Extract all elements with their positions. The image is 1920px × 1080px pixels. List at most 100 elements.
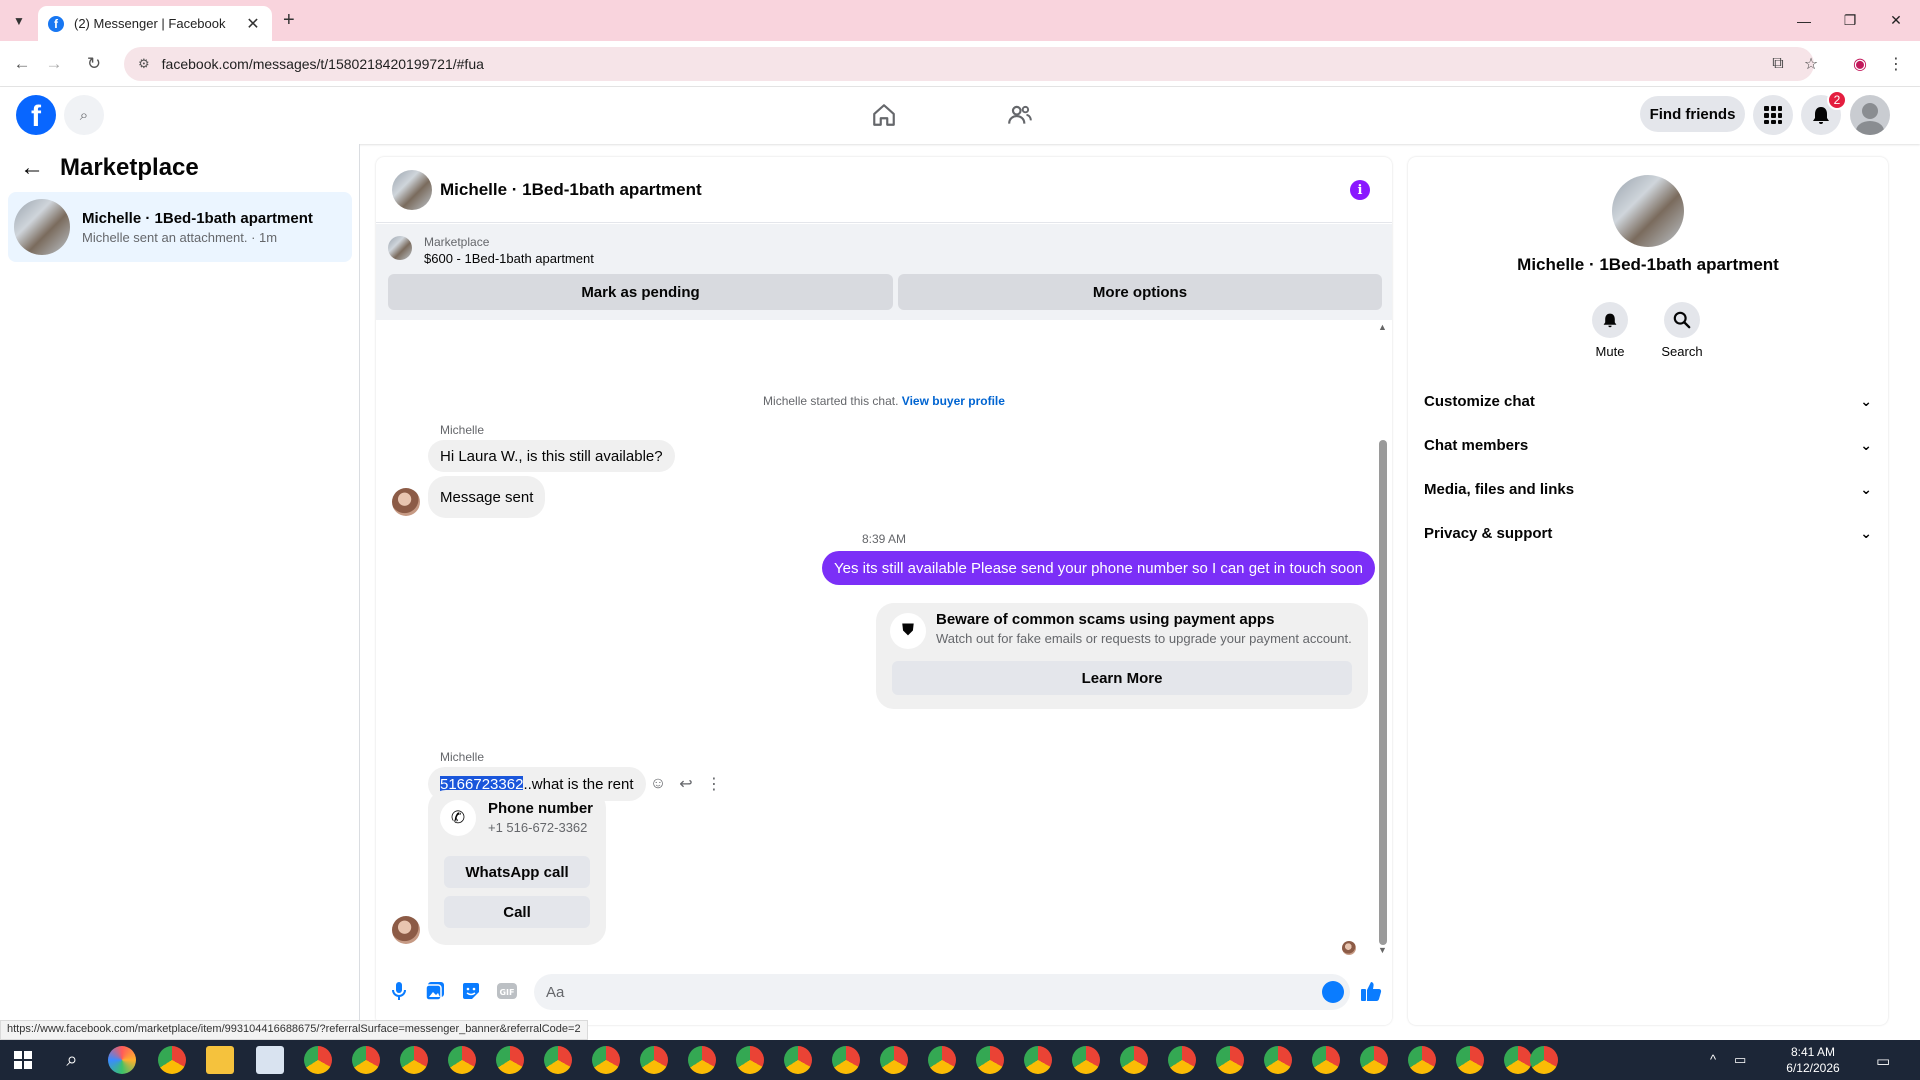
sticker-icon[interactable]	[458, 978, 484, 1004]
chrome-icon[interactable]	[1530, 1046, 1558, 1074]
facebook-logo-icon[interactable]: f	[16, 95, 56, 135]
search-icon[interactable]: ⌕	[64, 95, 104, 135]
my-message-bubble[interactable]: Yes its still available Please send your…	[822, 551, 1375, 585]
more-icon[interactable]: ⋮	[700, 770, 728, 798]
chrome-icon[interactable]	[976, 1046, 1004, 1074]
friends-icon[interactable]	[1002, 97, 1038, 133]
chrome-icon[interactable]	[400, 1046, 428, 1074]
search-icon[interactable]	[1664, 302, 1700, 338]
message-input[interactable]: Aa	[534, 974, 1350, 1010]
learn-more-button[interactable]: Learn More	[892, 661, 1352, 695]
reload-icon[interactable]: ↻	[82, 52, 106, 76]
scroll-down-icon[interactable]: ▼	[1378, 945, 1387, 955]
address-bar[interactable]: ⚙ facebook.com/messages/t/15802184201997…	[124, 47, 1814, 81]
emoji-icon[interactable]	[1322, 981, 1344, 1003]
chrome-icon[interactable]	[1216, 1046, 1244, 1074]
minimize-icon[interactable]: —	[1781, 0, 1827, 41]
message-bubble[interactable]: Message sent	[428, 476, 546, 518]
chrome-icon[interactable]	[1072, 1046, 1100, 1074]
tab-close-icon[interactable]: ✕	[244, 14, 262, 34]
file-explorer-icon[interactable]	[206, 1046, 234, 1074]
message-bubble[interactable]: Hi Laura W., is this still available?	[428, 440, 675, 472]
chrome-icon[interactable]	[880, 1046, 908, 1074]
chrome-icon[interactable]	[592, 1046, 620, 1074]
chrome-icon[interactable]	[688, 1046, 716, 1074]
mute-action[interactable]: Mute	[1580, 302, 1640, 359]
privacy-support-section[interactable]: Privacy & support ⌄	[1424, 511, 1872, 555]
whatsapp-call-button[interactable]: WhatsApp call	[444, 856, 590, 888]
tray-chevron-icon[interactable]: ^	[1710, 1052, 1716, 1067]
microphone-icon[interactable]	[386, 978, 412, 1004]
chrome-icon[interactable]	[158, 1046, 186, 1074]
chrome-icon[interactable]	[736, 1046, 764, 1074]
thumbs-up-icon[interactable]	[1358, 978, 1384, 1004]
chrome-icon[interactable]	[1408, 1046, 1436, 1074]
chrome-icon[interactable]	[1264, 1046, 1292, 1074]
taskbar-clock[interactable]: 8:41 AM 6/12/2026	[1772, 1044, 1854, 1076]
browser-menu-icon[interactable]: ⋮	[1884, 52, 1908, 76]
gif-icon[interactable]: GIF	[494, 978, 520, 1004]
chrome-icon[interactable]	[544, 1046, 572, 1074]
conversation-item[interactable]: Michelle · 1Bed-1bath apartment Michelle…	[8, 192, 352, 262]
react-emoji-icon[interactable]: ☺	[644, 770, 672, 798]
account-avatar[interactable]	[1850, 95, 1890, 135]
chrome-icon[interactable]	[1504, 1046, 1532, 1074]
window-close-icon[interactable]: ✕	[1873, 0, 1919, 41]
chrome-icon[interactable]	[1456, 1046, 1484, 1074]
find-friends-button[interactable]: Find friends	[1640, 96, 1745, 132]
copilot-icon[interactable]	[108, 1046, 136, 1074]
chrome-icon[interactable]	[304, 1046, 332, 1074]
restore-icon[interactable]: ❐	[1827, 0, 1873, 41]
sender-avatar[interactable]	[392, 488, 420, 516]
new-tab-icon[interactable]: +	[283, 9, 295, 32]
chrome-icon[interactable]	[784, 1046, 812, 1074]
install-app-icon[interactable]: ⧉	[1766, 52, 1790, 76]
chrome-icon[interactable]	[1360, 1046, 1388, 1074]
profile-icon[interactable]: ◉	[1848, 52, 1872, 76]
browser-tab[interactable]: f (2) Messenger | Facebook ✕	[38, 6, 272, 41]
scroll-up-icon[interactable]: ▲	[1378, 322, 1387, 332]
search-action[interactable]: Search	[1652, 302, 1712, 359]
chrome-icon[interactable]	[448, 1046, 476, 1074]
chrome-icon[interactable]	[1168, 1046, 1196, 1074]
message-list[interactable]: Michelle started this chat. View buyer p…	[376, 320, 1392, 960]
chrome-icon[interactable]	[1312, 1046, 1340, 1074]
home-icon[interactable]	[866, 97, 902, 133]
chrome-icon[interactable]	[832, 1046, 860, 1074]
taskbar-search-icon[interactable]: ⌕	[58, 1046, 86, 1074]
notification-center-icon[interactable]: ▭	[1876, 1052, 1890, 1070]
photo-icon[interactable]	[422, 978, 448, 1004]
reply-icon[interactable]: ↩	[672, 770, 700, 798]
mark-as-pending-button[interactable]: Mark as pending	[388, 274, 893, 310]
site-info-icon[interactable]: ⚙	[138, 56, 150, 72]
tab-search-chevron-icon[interactable]: ▼	[8, 10, 30, 32]
tray-display-icon[interactable]: ▭	[1734, 1052, 1746, 1068]
chrome-icon[interactable]	[640, 1046, 668, 1074]
banner-item-link[interactable]: $600 - 1Bed-1bath apartment	[424, 251, 594, 266]
windows-start-icon[interactable]	[14, 1051, 32, 1069]
message-scrollbar[interactable]: ▲ ▼	[1376, 320, 1390, 960]
back-icon[interactable]: ←	[10, 52, 34, 76]
back-arrow-icon[interactable]: ←	[20, 154, 44, 182]
chrome-icon[interactable]	[1120, 1046, 1148, 1074]
chat-title[interactable]: Michelle · 1Bed-1bath apartment	[440, 180, 702, 200]
sender-avatar[interactable]	[392, 916, 420, 944]
media-files-section[interactable]: Media, files and links ⌄	[1424, 467, 1872, 511]
chrome-icon[interactable]	[352, 1046, 380, 1074]
more-options-button[interactable]: More options	[898, 274, 1382, 310]
call-button[interactable]: Call	[444, 896, 590, 928]
bell-icon[interactable]	[1592, 302, 1628, 338]
chrome-icon[interactable]	[928, 1046, 956, 1074]
app-icon[interactable]	[256, 1046, 284, 1074]
view-buyer-profile-link[interactable]: View buyer profile	[902, 394, 1005, 408]
chrome-icon[interactable]	[496, 1046, 524, 1074]
info-icon[interactable]: i	[1350, 180, 1370, 200]
chat-avatar[interactable]	[392, 169, 432, 210]
chrome-icon[interactable]	[1024, 1046, 1052, 1074]
customize-chat-section[interactable]: Customize chat ⌄	[1424, 379, 1872, 423]
scroll-thumb[interactable]	[1379, 440, 1387, 945]
menu-grid-icon[interactable]	[1753, 95, 1793, 135]
forward-icon[interactable]: →	[42, 52, 66, 76]
chat-members-section[interactable]: Chat members ⌄	[1424, 423, 1872, 467]
bookmark-star-icon[interactable]: ☆	[1799, 52, 1823, 76]
